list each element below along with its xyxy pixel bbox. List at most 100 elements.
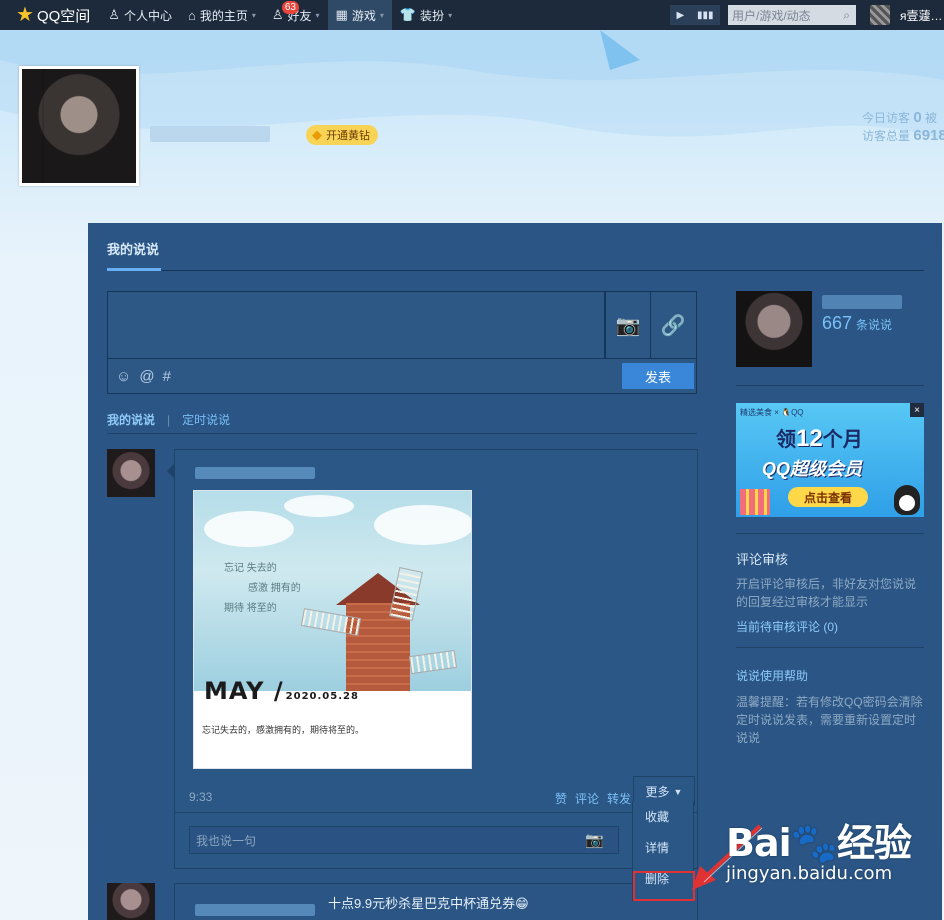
nav-decorate[interactable]: 👕 装扮 ▾ — [392, 0, 460, 30]
hashtag-icon[interactable]: # — [163, 368, 171, 385]
attachment-icon[interactable]: 🔗 — [650, 292, 695, 358]
mention-icon[interactable]: @ — [139, 368, 154, 385]
search-input[interactable]: 用户/游戏/动态 — [732, 7, 811, 24]
menu-item-details[interactable]: 详情 — [633, 832, 693, 863]
help-link[interactable]: 说说使用帮助 — [736, 667, 808, 684]
blurred-username — [150, 126, 270, 142]
post-count-value: 667 — [822, 313, 853, 333]
ad-brand: 精选美食 × 🐧QQ — [740, 408, 804, 417]
search-icon[interactable]: ⌕ — [843, 8, 850, 23]
date-label: 2020.05.28 — [285, 691, 359, 702]
nav-friends[interactable]: ♙ 63 好友 ▾ — [264, 0, 328, 30]
post-author-avatar[interactable] — [107, 449, 155, 497]
user-avatar[interactable] — [870, 5, 890, 25]
profile-photo[interactable] — [19, 66, 139, 186]
visitor-stats: 今日访客 0 被 访客总量 6918 — [862, 109, 944, 145]
post-textarea[interactable] — [108, 292, 605, 358]
ad-view-button[interactable]: 点击查看 — [788, 487, 868, 507]
camera-icon[interactable]: 📷 — [585, 831, 604, 849]
sidebar-divider — [736, 385, 924, 386]
ad-subheadline: QQ超级会员 — [762, 459, 863, 479]
top-navigation-bar: ★ QQ空间 ♙ 个人中心 ⌂ 我的主页 ▾ ♙ 63 好友 ▾ ▦ 游戏 ▾ … — [0, 0, 944, 30]
nav-label: 我的主页 — [199, 8, 248, 23]
watermark-logo: Bai🐾经验 — [726, 821, 912, 865]
card-divider — [175, 812, 697, 813]
post-count[interactable]: 667 条说说 — [822, 313, 892, 334]
post-actions: 赞 评论 转发 — [555, 790, 631, 807]
qzone-logo[interactable]: ★ QQ空间 — [0, 0, 100, 30]
logo-text: QQ空间 — [36, 7, 91, 25]
chevron-down-icon: ▾ — [315, 10, 320, 20]
ad-banner[interactable]: 精选美食 × 🐧QQ × 领12个月 QQ超级会员 点击查看 — [736, 403, 924, 517]
total-visitors-value: 6918 — [913, 127, 944, 144]
nav-personal-center[interactable]: ♙ 个人中心 — [100, 0, 180, 30]
comment-review-title: 评论审核 — [736, 552, 789, 567]
pending-review-link[interactable]: 当前待审核评论 (0) — [736, 618, 838, 635]
open-yellow-diamond-button[interactable]: ◆ 开通黄钻 — [306, 125, 378, 145]
nav-my-homepage[interactable]: ⌂ 我的主页 ▾ — [180, 0, 264, 30]
poem-text: 忘记 失去的 感激 拥有的 期待 将至的 — [224, 559, 301, 619]
post-author-avatar[interactable] — [107, 883, 155, 920]
nav-games[interactable]: ▦ 游戏 ▾ — [327, 0, 392, 30]
nav-label: 游戏 — [351, 8, 376, 23]
search-box[interactable]: 用户/游戏/动态 ⌕ — [728, 5, 856, 25]
subtabs-divider — [107, 433, 697, 434]
post-count-label: 条说说 — [856, 318, 893, 332]
comment-review-text: 开启评论审核后，非好友对您说说的回复经过审核才能显示 — [736, 577, 917, 609]
blurred-post-author — [195, 904, 315, 916]
header-wave-background — [0, 30, 944, 140]
total-visitors-label: 访客总量 — [862, 129, 911, 143]
panel-title[interactable]: 我的说说 — [107, 239, 159, 258]
help-text: 温馨提醒：若有修改QQ密码会清除定时说说发表，需要重新设置定时说说 — [736, 695, 923, 745]
star-logo-icon: ★ — [16, 4, 34, 26]
comment-input[interactable]: 我也说一句 — [189, 826, 619, 854]
menu-item-favorite[interactable]: 收藏 — [633, 801, 693, 832]
vip-label: 开通黄钻 — [326, 130, 370, 142]
today-suffix: 被 — [925, 111, 938, 125]
cloud — [204, 511, 294, 547]
chevron-down-icon: ▼ — [673, 786, 683, 797]
watermark-url: jingyan.baidu.com — [726, 863, 893, 884]
month-label: MAY / — [204, 677, 284, 705]
top-right-area: ▶ ▮▮▮ 用户/游戏/动态 ⌕ я壹蘧… — [670, 0, 944, 30]
sidebar-avatar[interactable] — [736, 291, 812, 367]
delete-highlight-box — [633, 871, 695, 901]
cloud — [284, 495, 354, 517]
comment-button[interactable]: 评论 — [575, 790, 599, 807]
nav-label: 个人中心 — [123, 8, 172, 23]
month-title: MAY /2020.05.28 — [204, 677, 359, 705]
post-image[interactable]: 忘记 失去的 感激 拥有的 期待 将至的 MAY /2020.05.28 忘记失… — [193, 490, 472, 769]
forward-button[interactable]: 转发 — [607, 790, 631, 807]
notification-badge: 63 — [281, 1, 299, 14]
publish-button[interactable]: 发表 — [622, 363, 694, 389]
poem-line: 忘记 失去的 — [224, 563, 277, 574]
tab-scheduled-posts[interactable]: 定时说说 — [182, 411, 230, 428]
home-icon: ⌂ — [187, 7, 196, 23]
play-icon[interactable]: ▶ — [676, 10, 684, 21]
chevron-down-icon: ▾ — [251, 10, 256, 20]
like-button[interactable]: 赞 — [555, 790, 567, 807]
post-card: 忘记 失去的 感激 拥有的 期待 将至的 MAY /2020.05.28 忘记失… — [167, 449, 698, 869]
nav-label: 装扮 — [420, 8, 445, 23]
gift-icon — [740, 489, 770, 515]
cloud — [374, 505, 471, 545]
today-visitors-value: 0 — [913, 109, 922, 126]
post-time: 9:33 — [189, 790, 213, 804]
ad-text: 领 — [776, 429, 796, 451]
pixelated-portrait — [22, 69, 136, 183]
tab-my-posts[interactable]: 我的说说 — [107, 411, 155, 428]
camera-icon[interactable]: 📷 — [605, 292, 650, 358]
active-tab-underline — [107, 268, 161, 271]
ad-headline: 领12个月 — [776, 423, 863, 453]
user-name[interactable]: я壹蘧… — [900, 7, 944, 24]
close-icon[interactable]: × — [910, 403, 924, 417]
poem-line: 期待 将至的 — [224, 603, 277, 614]
equalizer-icon: ▮▮▮ — [697, 9, 714, 21]
ad-number: 12 — [796, 425, 823, 452]
blurred-sidebar-name — [822, 295, 902, 309]
baidu-watermark: Bai🐾经验 jingyan.baidu.com — [726, 812, 912, 884]
music-player[interactable]: ▶ ▮▮▮ — [670, 5, 720, 25]
emoji-icon[interactable]: ☺ — [116, 368, 131, 385]
image-caption: 忘记失去的，感激拥有的，期待将至的。 — [202, 725, 365, 735]
feed-subtabs: 我的说说 | 定时说说 — [107, 411, 230, 428]
